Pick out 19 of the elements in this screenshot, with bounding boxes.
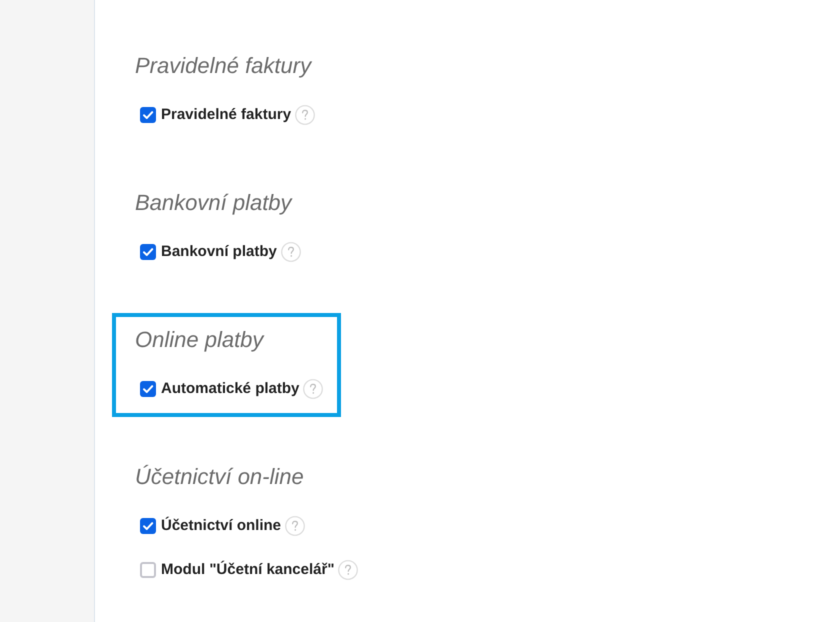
checkbox[interactable] [140, 107, 156, 123]
section-heading: Účetnictví on-line [135, 463, 305, 491]
help-icon[interactable] [280, 242, 301, 262]
checkbox[interactable] [140, 518, 156, 534]
help-icon[interactable] [338, 560, 358, 580]
checkbox[interactable] [140, 381, 156, 397]
checkbox-label[interactable]: Pravidelné faktury [161, 104, 292, 126]
section-heading: Bankovní platby [135, 189, 294, 217]
checkbox-label[interactable]: Automatické platby [161, 378, 300, 400]
section-heading: Pravidelné faktury [135, 52, 313, 80]
checkbox-label[interactable]: Účetnictví online [161, 514, 282, 538]
checkbox[interactable] [140, 244, 156, 260]
section-heading: Online platby [135, 326, 266, 354]
help-icon[interactable] [285, 516, 306, 536]
help-icon[interactable] [303, 379, 324, 399]
checkbox[interactable] [140, 562, 156, 578]
checkbox-label[interactable]: Bankovní platby [161, 240, 277, 264]
help-icon[interactable] [295, 105, 316, 125]
checkbox-label[interactable]: Modul "Účetní kancelář" [161, 558, 334, 582]
